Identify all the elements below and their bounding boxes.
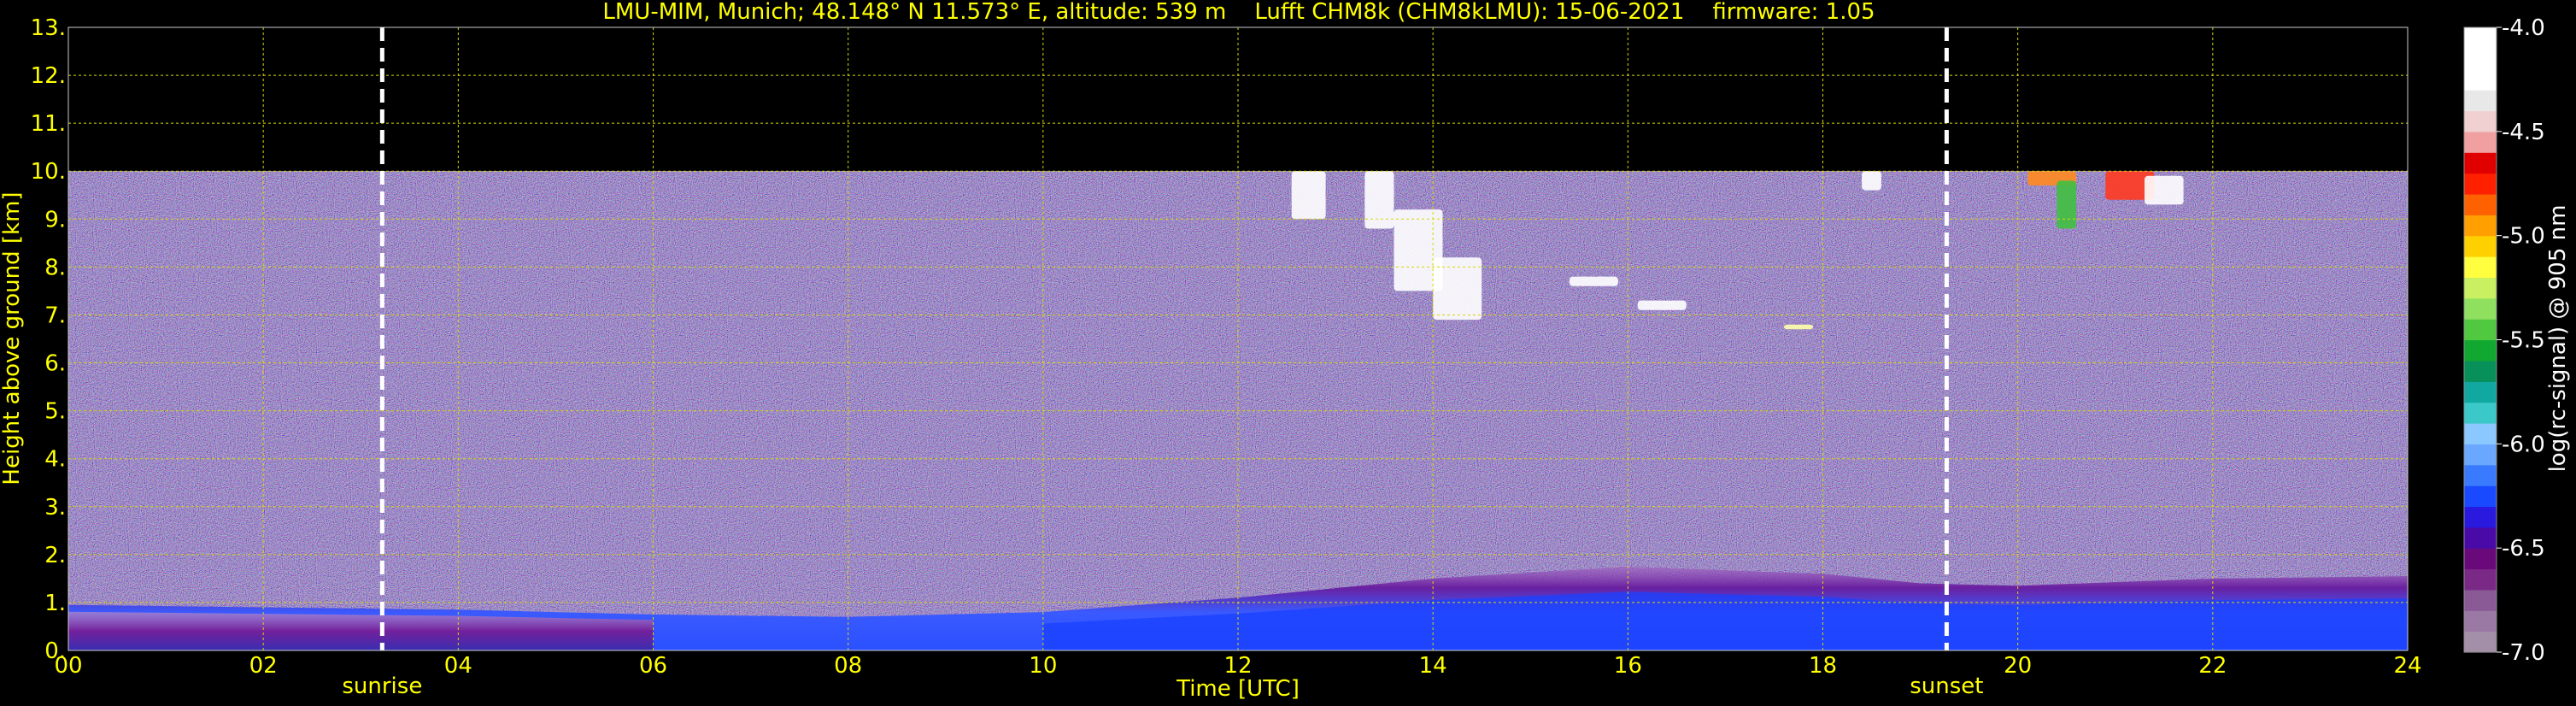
x-tick-label: 20	[2004, 653, 2032, 679]
colorbar-segment	[2464, 610, 2497, 632]
cloud-feature	[1783, 324, 1814, 330]
colorbar-segment	[2464, 68, 2497, 91]
y-tick-labels: 0.1.2.3.4.5.6.7.8.9.10.11.12.13.	[31, 15, 66, 664]
x-tick-label: 10	[1029, 653, 1057, 679]
colorbar-segment	[2464, 215, 2497, 237]
x-tick-label: 08	[834, 653, 862, 679]
y-tick-label: 8.	[44, 255, 66, 280]
y-tick-label: 2.	[44, 543, 66, 568]
colorbar-segment	[2464, 548, 2497, 570]
colorbar-tick-label: -7.0	[2502, 640, 2545, 666]
colorbar-segment	[2464, 360, 2497, 382]
y-tick-label: 10.	[31, 159, 66, 185]
x-axis-title: Time [UTC]	[1176, 676, 1300, 702]
colorbar-segment	[2464, 48, 2497, 70]
colorbar: -4.0 -4.5 -5.0 -5.5 -6.0 -6.5 -7.0	[2463, 15, 2545, 666]
y-tick-label: 4.	[44, 447, 66, 473]
colorbar-segment	[2464, 131, 2497, 153]
x-tick-label: 14	[1419, 653, 1447, 679]
colorbar-segment	[2464, 381, 2497, 403]
colorbar-segment	[2464, 319, 2497, 341]
colorbar-segment	[2464, 173, 2497, 195]
colorbar-segment	[2464, 527, 2497, 549]
sunrise-label: sunrise	[342, 674, 422, 699]
x-tick-label: 22	[2198, 653, 2227, 679]
cloud-feature	[1364, 171, 1394, 229]
colorbar-segment	[2464, 193, 2497, 215]
colorbar-segment	[2464, 506, 2497, 528]
colorbar-segment	[2464, 90, 2497, 112]
cloud-feature	[1569, 276, 1618, 286]
y-tick-label: 3.	[44, 495, 66, 521]
y-tick-label: 1.	[44, 591, 66, 616]
cloud-feature	[1637, 300, 1687, 310]
cloud-feature	[1862, 171, 1881, 191]
y-axis-title: Height above ground [km]	[0, 191, 25, 485]
colorbar-segment	[2464, 464, 2497, 486]
colorbar-segment	[2464, 152, 2497, 174]
cloud-feature	[1291, 171, 1326, 220]
colorbar-tick-label: -4.5	[2502, 120, 2545, 145]
cloud-feature	[2057, 180, 2077, 229]
colorbar-segment	[2464, 568, 2497, 591]
colorbar-segment	[2464, 444, 2497, 466]
sunset-label: sunset	[1910, 674, 1983, 699]
colorbar-segment	[2464, 339, 2497, 362]
x-tick-label: 16	[1614, 653, 1642, 679]
colorbar-segment	[2464, 110, 2497, 132]
x-tick-label: 02	[249, 653, 278, 679]
x-tick-label: 04	[444, 653, 472, 679]
x-tick-label: 18	[1809, 653, 1837, 679]
colorbar-tick-label: -4.0	[2502, 15, 2545, 41]
ceilometer-chart: sunrise sunset 0.1.2.3.4.5.6.7.8.9.10.11.…	[0, 0, 2571, 702]
chart-title: LMU-MIM, Munich; 48.148° N 11.573° E, al…	[602, 0, 1875, 25]
y-tick-label: 11.	[31, 111, 66, 137]
colorbar-segment	[2464, 27, 2497, 49]
colorbar-segment	[2464, 235, 2497, 257]
colorbar-tick-label: -6.5	[2502, 536, 2545, 562]
y-tick-label: 7.	[44, 303, 66, 328]
colorbar-tick-label: -6.0	[2502, 432, 2545, 457]
x-tick-label: 24	[2393, 653, 2421, 679]
cloud-feature	[2145, 175, 2184, 205]
y-tick-label: 13.	[31, 15, 66, 41]
colorbar-tick-label: -5.0	[2502, 224, 2545, 250]
y-tick-label: 6.	[44, 351, 66, 377]
colorbar-segment	[2464, 589, 2497, 611]
y-tick-label: 5.	[44, 399, 66, 425]
colorbar-segment	[2464, 422, 2497, 444]
colorbar-segment	[2464, 297, 2497, 320]
colorbar-segment	[2464, 256, 2497, 278]
y-tick-label: 9.	[44, 207, 66, 232]
colorbar-segment	[2464, 402, 2497, 424]
colorbar-tick-label: -5.5	[2502, 328, 2545, 354]
y-tick-label: 12.	[31, 63, 66, 89]
colorbar-segment	[2464, 277, 2497, 299]
x-tick-label: 12	[1223, 653, 1252, 679]
colorbar-segment	[2464, 631, 2497, 653]
x-tick-label: 06	[639, 653, 667, 679]
colorbar-title: log(rc-signal) @ 905 nm	[2545, 205, 2571, 473]
x-tick-label: 00	[54, 653, 82, 679]
colorbar-segment	[2464, 485, 2497, 508]
